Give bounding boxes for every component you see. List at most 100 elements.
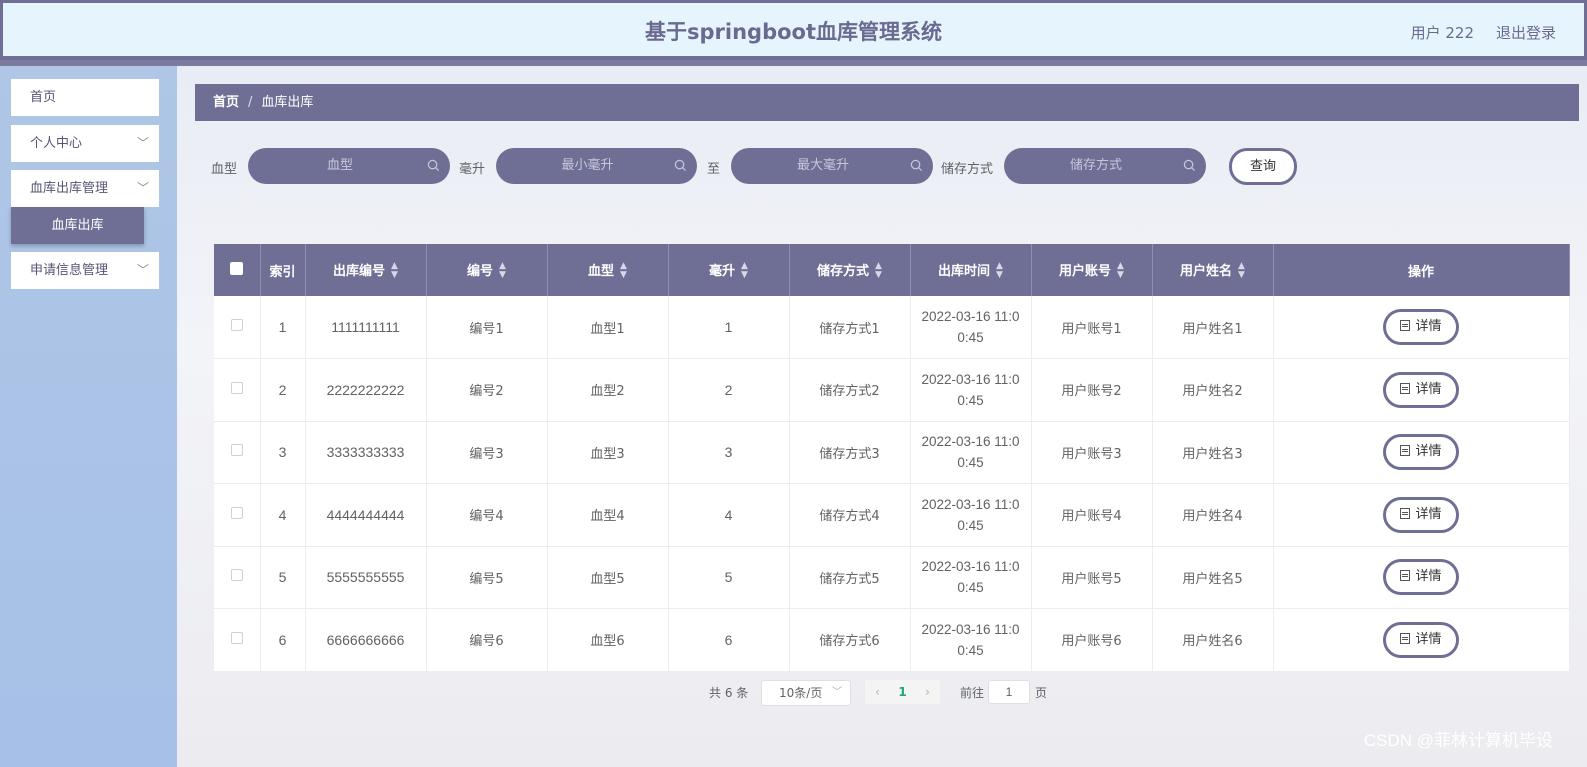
cell-actions: 详情 <box>1273 483 1570 547</box>
document-icon <box>1400 445 1411 457</box>
column-header-name[interactable]: 用户姓名 ▲ ▼ <box>1152 244 1274 296</box>
cell-out-no: 4444444444 <box>305 483 427 547</box>
query-button[interactable]: 查询 <box>1229 148 1297 185</box>
cell-name: 用户姓名5 <box>1152 546 1274 609</box>
search-icon <box>910 159 923 172</box>
cell-out-no: 6666666666 <box>305 608 427 672</box>
cell-name: 用户姓名6 <box>1152 608 1274 672</box>
cell-name: 用户姓名3 <box>1152 421 1274 484</box>
select-all-checkbox[interactable] <box>214 244 261 296</box>
cell-ml: 1 <box>668 296 790 359</box>
breadcrumb-home[interactable]: 首页 <box>213 95 239 110</box>
cell-actions: 详情 <box>1273 358 1570 422</box>
sidebar-item-blood-out-management[interactable]: 血库出库管理 ﹀ <box>11 170 159 207</box>
breadcrumb-separator: / <box>248 95 253 110</box>
detail-button[interactable]: 详情 <box>1383 434 1459 471</box>
column-header-ml[interactable]: 毫升 ▲ ▼ <box>668 244 790 296</box>
column-header-storage[interactable]: 储存方式 ▲ ▼ <box>789 244 911 296</box>
sort-caret-icon[interactable]: ▲ ▼ <box>620 262 627 280</box>
top-header: 基于springboot血库管理系统 用户 222 退出登录 <box>0 0 1587 60</box>
column-header-out-time[interactable]: 出库时间 ▲ ▼ <box>910 244 1032 296</box>
sort-caret-icon[interactable]: ▲ ▼ <box>996 262 1003 280</box>
ml-max-input[interactable]: 最大毫升 <box>731 148 933 184</box>
cell-blood-type: 血型5 <box>547 546 669 609</box>
cell-code: 编号1 <box>426 296 548 359</box>
row-checkbox[interactable] <box>230 381 243 394</box>
cell-blood-type: 血型2 <box>547 358 669 422</box>
column-header-blood-type[interactable]: 血型 ▲ ▼ <box>547 244 669 296</box>
detail-button[interactable]: 详情 <box>1383 496 1459 533</box>
row-checkbox[interactable] <box>230 569 243 582</box>
blood-type-input[interactable]: 血型 <box>248 148 450 184</box>
ml-min-input[interactable]: 最小毫升 <box>496 148 697 184</box>
sort-caret-icon[interactable]: ▲ ▼ <box>1117 262 1124 280</box>
row-checkbox[interactable] <box>230 506 243 519</box>
cell-account: 用户账号3 <box>1031 421 1153 484</box>
cell-account: 用户账号5 <box>1031 546 1153 609</box>
sidebar-subitem-blood-out[interactable]: 血库出库 <box>11 207 144 244</box>
column-header-account[interactable]: 用户账号 ▲ ▼ <box>1031 244 1153 296</box>
goto-page-input[interactable] <box>988 680 1030 704</box>
sidebar-item-label: 申请信息管理 <box>30 263 109 278</box>
cell-actions: 详情 <box>1273 296 1570 359</box>
cell-code: 编号4 <box>426 483 548 547</box>
detail-button-label: 详情 <box>1415 319 1442 334</box>
cell-index: 6 <box>260 608 306 672</box>
sort-caret-icon[interactable]: ▲ ▼ <box>875 262 882 280</box>
sidebar-item-home[interactable]: 首页 <box>11 79 159 116</box>
column-header-index: 索引 <box>260 244 306 296</box>
sort-caret-icon[interactable]: ▲ ▼ <box>1238 262 1245 280</box>
cell-name: 用户姓名2 <box>1152 358 1274 422</box>
storage-input[interactable]: 储存方式 <box>1004 148 1206 184</box>
storage-placeholder: 储存方式 <box>1069 158 1122 173</box>
cell-out-time: 2022-03-16 11:0 0:45 <box>910 296 1032 359</box>
row-checkbox[interactable] <box>230 631 243 644</box>
prev-page-button[interactable]: ‹ <box>865 680 890 704</box>
cell-ml: 5 <box>668 546 790 609</box>
sort-caret-icon[interactable]: ▲ ▼ <box>499 262 506 280</box>
detail-button[interactable]: 详情 <box>1383 309 1459 345</box>
column-header-label: 毫升 <box>709 263 736 279</box>
cell-out-time: 2022-03-16 11:0 0:45 <box>910 483 1032 547</box>
column-header-label: 用户姓名 <box>1180 263 1233 279</box>
column-header-label: 编号 <box>467 263 494 279</box>
page-number-current[interactable]: 1 <box>890 680 915 704</box>
row-checkbox[interactable] <box>230 319 243 331</box>
data-table: 索引 出库编号 ▲ ▼ 编号 ▲ ▼ 血型 ▲ ▼ 毫升 ▲ ▼ 储存方式 ▲ ▼ 出库时间 ▲ ▼ 用… <box>214 244 1570 672</box>
range-to-label: 至 <box>707 162 721 177</box>
cell-out-no: 1111111111 <box>305 296 427 359</box>
sort-caret-icon[interactable]: ▲ ▼ <box>391 262 398 280</box>
cell-out-time-line1: 2022-03-16 11:0 <box>921 371 1020 387</box>
cell-ml: 6 <box>668 608 790 672</box>
column-header-out-no[interactable]: 出库编号 ▲ ▼ <box>305 244 427 296</box>
cell-out-time-line1: 2022-03-16 11:0 <box>921 559 1020 575</box>
sidebar-item-personal-center[interactable]: 个人中心 ﹀ <box>11 125 159 162</box>
cell-out-time-line1: 2022-03-16 11:0 <box>921 621 1020 637</box>
cell-blood-type: 血型6 <box>547 608 669 672</box>
cell-ml: 4 <box>668 483 790 547</box>
detail-button[interactable]: 详情 <box>1383 371 1459 408</box>
pagination: 共 6 条 10条/页 ﹀ ‹ 1 › 前往 页 <box>177 678 1587 708</box>
search-icon <box>1183 159 1196 172</box>
cell-code: 编号3 <box>426 421 548 484</box>
sidebar-item-label: 首页 <box>30 90 57 105</box>
column-header-actions: 操作 <box>1273 244 1570 296</box>
sort-caret-icon[interactable]: ▲ ▼ <box>741 262 748 280</box>
watermark: CSDN @菲林计算机毕设 <box>1363 731 1553 750</box>
column-header-label: 储存方式 <box>817 263 870 279</box>
logout-link[interactable]: 退出登录 <box>1496 22 1556 43</box>
chevron-down-icon: ﹀ <box>136 263 149 277</box>
detail-button[interactable]: 详情 <box>1383 621 1459 658</box>
cell-out-time-line2: 0:45 <box>957 455 984 471</box>
next-page-button[interactable]: › <box>915 680 940 704</box>
ml-min-placeholder: 最小毫升 <box>561 158 614 173</box>
column-header-code[interactable]: 编号 ▲ ▼ <box>426 244 548 296</box>
row-checkbox[interactable] <box>230 444 243 457</box>
detail-button[interactable]: 详情 <box>1383 559 1459 596</box>
cell-storage: 储存方式1 <box>789 296 911 359</box>
cell-out-time: 2022-03-16 11:0 0:45 <box>910 608 1032 672</box>
cell-index: 4 <box>260 483 306 547</box>
sidebar-item-application-management[interactable]: 申请信息管理 ﹀ <box>11 252 159 289</box>
page-size-select[interactable]: 10条/页 ﹀ <box>761 680 851 706</box>
goto-suffix: 页 <box>1035 686 1048 700</box>
